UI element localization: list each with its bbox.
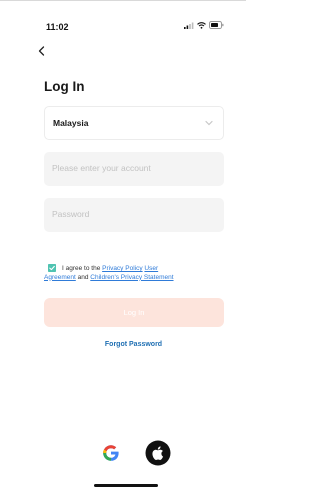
childrens-privacy-link[interactable]: Children's Privacy Statement (90, 274, 173, 281)
status-icons (184, 21, 224, 29)
back-icon[interactable] (35, 44, 49, 58)
wifi-icon (197, 21, 206, 29)
status-time: 11:02 (46, 22, 69, 32)
privacy-policy-link[interactable]: Privacy Policy (102, 265, 142, 272)
battery-icon (209, 21, 224, 29)
account-input[interactable]: Please enter your account (44, 152, 224, 186)
password-placeholder: Password (52, 209, 90, 219)
google-icon[interactable] (98, 440, 124, 466)
home-indicator (94, 484, 158, 487)
login-button[interactable]: Log In (44, 298, 224, 327)
agreement-text: I agree to the Privacy Policy User Agree… (44, 265, 230, 282)
region-select[interactable]: Malaysia (44, 106, 224, 140)
agree-prefix: I agree to the (62, 265, 101, 272)
agree-and: and (77, 273, 89, 281)
forgot-password-link[interactable]: Forgot Password (0, 341, 267, 348)
user-agreement-link-part1[interactable]: User (144, 265, 158, 272)
region-value: Malaysia (53, 118, 89, 128)
signal-icon (184, 22, 194, 29)
password-input[interactable]: Password (44, 198, 224, 232)
user-agreement-link-part2[interactable]: Agreement (44, 274, 76, 281)
top-divider (0, 0, 246, 1)
page-title: Log In (44, 79, 85, 94)
apple-icon[interactable] (145, 440, 171, 466)
chevron-down-icon (205, 120, 213, 126)
account-placeholder: Please enter your account (52, 163, 151, 173)
